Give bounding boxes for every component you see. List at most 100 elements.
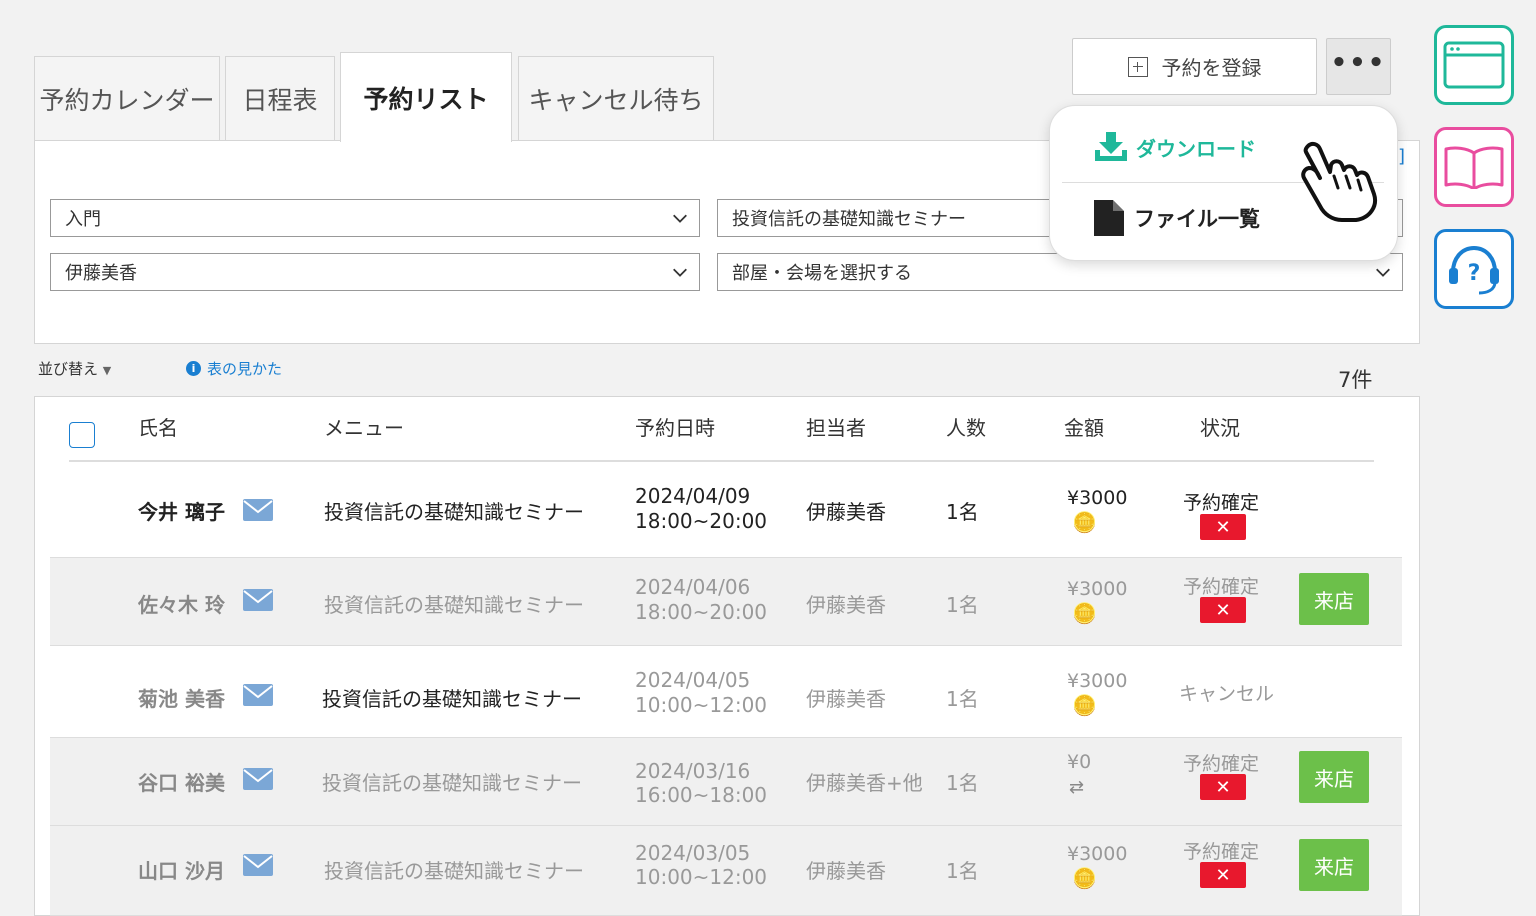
result-count: 7件 xyxy=(1338,368,1373,392)
header-name: 氏名 xyxy=(138,416,178,440)
reservation-time: 18:00~20:00 xyxy=(635,600,768,624)
reservation-time: 10:00~12:00 xyxy=(635,693,768,717)
staff-select[interactable]: 伊藤美香 xyxy=(50,253,700,291)
register-label: 予約を登録 xyxy=(1161,56,1262,80)
download-label: ダウンロード xyxy=(1136,136,1256,161)
browser-window-icon xyxy=(1443,41,1505,89)
sort-label: 並び替え xyxy=(38,360,99,378)
more-options-button[interactable]: ••• xyxy=(1326,38,1391,95)
status-text: 予約確定 xyxy=(1183,753,1260,775)
chevron-down-icon xyxy=(673,214,687,223)
bracket-fragment: ] xyxy=(1398,146,1406,167)
amount: ¥3000 xyxy=(1067,487,1128,509)
people-count: 1名 xyxy=(946,593,979,617)
coins-icon: 🪙 xyxy=(1072,601,1097,625)
download-menu-item[interactable]: ダウンロード xyxy=(1094,132,1256,162)
mail-icon[interactable] xyxy=(243,589,273,611)
staff-name: 伊藤美香 xyxy=(806,593,886,617)
customer-name: 佐々木 玲 xyxy=(138,593,225,617)
visit-button[interactable]: 来店 xyxy=(1299,751,1369,803)
mail-icon[interactable] xyxy=(243,499,273,521)
help-label: 表の見かた xyxy=(207,360,283,378)
chevron-down-icon xyxy=(1376,268,1390,277)
room-placeholder: 部屋・会場を選択する xyxy=(732,263,912,284)
pointer-hand-icon xyxy=(1301,141,1377,222)
menu-name: 投資信託の基礎知識セミナー xyxy=(324,500,584,524)
book-icon xyxy=(1444,146,1504,189)
amount: ¥3000 xyxy=(1067,578,1128,600)
cancel-reservation-button[interactable]: ✕ xyxy=(1200,774,1246,800)
reservation-time: 10:00~12:00 xyxy=(635,865,768,889)
coins-icon: 🪙 xyxy=(1072,866,1097,890)
header-datetime: 予約日時 xyxy=(635,416,715,440)
help-headset-icon: ? xyxy=(1449,245,1499,295)
reservation-date: 2024/04/05 xyxy=(635,668,751,692)
amount: ¥3000 xyxy=(1067,670,1128,692)
svg-text:?: ? xyxy=(1468,261,1481,286)
file-list-label: ファイル一覧 xyxy=(1134,207,1260,231)
info-icon: i xyxy=(186,361,201,376)
mail-icon[interactable] xyxy=(243,768,273,790)
header-menu: メニュー xyxy=(324,416,404,440)
status-text: キャンセル xyxy=(1179,683,1275,705)
people-count: 1名 xyxy=(946,500,979,524)
status-text: 予約確定 xyxy=(1183,576,1260,598)
reservation-date: 2024/04/06 xyxy=(635,575,751,599)
header-people: 人数 xyxy=(946,416,986,440)
reservation-time: 16:00~18:00 xyxy=(635,783,768,807)
status-text: 予約確定 xyxy=(1183,841,1260,863)
support-button[interactable]: ? xyxy=(1434,229,1514,309)
menu-value: 投資信託の基礎知識セミナー xyxy=(732,209,966,230)
header-staff: 担当者 xyxy=(806,416,866,440)
menu-name: 投資信託の基礎知識セミナー xyxy=(324,593,584,617)
staff-name: 伊藤美香 xyxy=(806,859,886,883)
mail-icon[interactable] xyxy=(243,854,273,876)
people-count: 1名 xyxy=(946,771,979,795)
table-help-link[interactable]: i 表の見かた xyxy=(186,358,282,379)
select-all-checkbox[interactable] xyxy=(69,422,95,448)
category-value: 入門 xyxy=(65,209,101,230)
file-list-menu-item[interactable]: ファイル一覧 xyxy=(1094,200,1260,236)
file-icon xyxy=(1094,200,1124,236)
download-icon xyxy=(1095,132,1127,161)
cancel-reservation-button[interactable]: ✕ xyxy=(1200,514,1246,540)
customer-name: 山口 沙月 xyxy=(138,859,225,883)
reservation-time: 18:00~20:00 xyxy=(635,509,768,533)
cancel-reservation-button[interactable]: ✕ xyxy=(1200,597,1246,623)
tab-schedule[interactable]: 日程表 xyxy=(225,56,335,140)
menu-name: 投資信託の基礎知識セミナー xyxy=(322,687,582,711)
status-text: 予約確定 xyxy=(1183,492,1260,514)
coins-icon: 🪙 xyxy=(1072,510,1097,534)
category-select[interactable]: 入門 xyxy=(50,199,700,237)
browser-window-button[interactable] xyxy=(1434,25,1514,105)
repeat-icon: ⇄ xyxy=(1069,777,1085,798)
ellipsis-icon: ••• xyxy=(1330,47,1387,78)
menu-name: 投資信託の基礎知識セミナー xyxy=(324,859,584,883)
tab-waitlist[interactable]: キャンセル待ち xyxy=(518,56,714,140)
sort-dropdown[interactable]: 並び替え ▼ xyxy=(38,358,111,379)
staff-name: 伊藤美香 xyxy=(806,687,886,711)
header-amount: 金額 xyxy=(1064,416,1104,440)
tab-reservation-list[interactable]: 予約リスト xyxy=(340,52,512,142)
customer-name: 谷口 裕美 xyxy=(138,771,225,795)
reservation-date: 2024/03/16 xyxy=(635,759,751,783)
customer-name: 今井 璃子 xyxy=(138,500,225,524)
visit-button[interactable]: 来店 xyxy=(1299,839,1369,891)
cancel-reservation-button[interactable]: ✕ xyxy=(1200,862,1246,888)
chevron-down-icon xyxy=(673,268,687,277)
people-count: 1名 xyxy=(946,687,979,711)
coins-icon: 🪙 xyxy=(1072,693,1097,717)
manual-button[interactable] xyxy=(1434,127,1514,207)
plus-box-icon xyxy=(1127,56,1148,77)
reservation-date: 2024/03/05 xyxy=(635,841,751,865)
register-reservation-button[interactable]: 予約を登録 xyxy=(1072,38,1317,95)
more-options-menu: ダウンロード ファイル一覧 xyxy=(1049,105,1398,261)
visit-button[interactable]: 来店 xyxy=(1299,573,1369,625)
menu-name: 投資信託の基礎知識セミナー xyxy=(322,771,582,795)
customer-name: 菊池 美香 xyxy=(138,687,225,711)
mail-icon[interactable] xyxy=(243,684,273,706)
amount: ¥3000 xyxy=(1067,843,1128,865)
amount: ¥0 xyxy=(1067,751,1092,773)
tab-reservation-calendar[interactable]: 予約カレンダー xyxy=(34,56,220,140)
people-count: 1名 xyxy=(946,859,979,883)
